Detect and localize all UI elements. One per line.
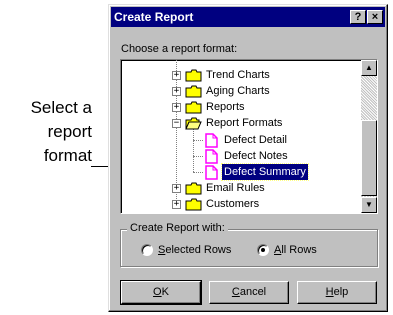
tree-item-customers[interactable]: + Customers [121, 196, 361, 212]
accelerator-key: O [153, 286, 162, 298]
callout-line: report [47, 122, 92, 141]
radio-label: elected Rows [165, 244, 232, 256]
expand-icon[interactable]: + [172, 71, 181, 80]
help-button[interactable]: Help [297, 281, 377, 304]
create-report-dialog: Create Report ? × Choose a report format… [108, 4, 388, 312]
expand-icon[interactable]: + [172, 87, 181, 96]
radio-label: ll Rows [281, 244, 317, 256]
ok-button[interactable]: OK [120, 280, 202, 305]
tree-item-label: Defect Detail [224, 134, 287, 146]
tree-item-label: Report Formats [206, 117, 283, 129]
report-format-tree[interactable]: + Trend Charts + Aging Charts + Reports … [120, 59, 378, 214]
radio-button-checked[interactable] [257, 244, 269, 256]
tree-item-label: Customers [206, 198, 260, 210]
button-label: elp [333, 286, 349, 298]
tree-item-report-formats[interactable]: − Report Formats [121, 115, 361, 131]
tree-item-label-selected: Defect Summary [221, 163, 309, 181]
cancel-button[interactable]: Cancel [209, 281, 289, 304]
button-label: ancel [239, 286, 267, 298]
accelerator-key: H [325, 286, 334, 298]
button-label: K [161, 286, 169, 298]
all-rows-radio[interactable]: All Rows [257, 243, 317, 257]
selected-rows-radio[interactable]: Selected Rows [141, 243, 231, 257]
scroll-down-button[interactable]: ▼ [361, 197, 377, 213]
group-label: Create Report with: [127, 222, 228, 234]
document-icon [205, 133, 218, 148]
folder-icon [185, 85, 202, 98]
tree-item-reports[interactable]: + Reports [121, 99, 361, 115]
folder-icon [185, 101, 202, 114]
document-icon [205, 149, 218, 164]
tree-item-label: Trend Charts [206, 69, 270, 81]
radio-dot-icon [261, 248, 265, 252]
document-icon [205, 165, 218, 180]
tree-item-label: Aging Charts [206, 85, 270, 97]
dialog-title: Create Report [114, 10, 194, 24]
scroll-thumb[interactable] [361, 120, 377, 196]
vertical-scrollbar[interactable]: ▲ ▼ [361, 60, 377, 213]
accelerator-key: C [231, 286, 240, 298]
collapse-icon[interactable]: − [172, 119, 181, 128]
callout-line: Select a [30, 98, 92, 117]
radio-button[interactable] [141, 244, 153, 256]
tree-item-trend-charts[interactable]: + Trend Charts [121, 67, 361, 83]
tree-item-label: Email Rules [206, 182, 265, 194]
tree-item-label: Reports [206, 101, 245, 113]
create-report-with-group: Create Report with: Selected Rows All Ro… [120, 222, 378, 267]
tree-item-label: Defect Notes [224, 150, 288, 162]
close-button[interactable]: × [367, 10, 383, 24]
folder-icon [185, 69, 202, 82]
prompt-label: Choose a report format: [121, 43, 238, 55]
title-bar: Create Report ? × [111, 7, 385, 27]
expand-icon[interactable]: + [172, 103, 181, 112]
folder-icon [185, 198, 202, 211]
expand-icon[interactable]: + [172, 184, 181, 193]
tree-item-defect-detail[interactable]: Defect Detail [121, 132, 361, 148]
tree-item-aging-charts[interactable]: + Aging Charts [121, 83, 361, 99]
callout-line: format [43, 146, 92, 165]
tree-item-email-rules[interactable]: + Email Rules [121, 180, 361, 196]
folder-icon [185, 182, 202, 195]
help-title-button[interactable]: ? [350, 10, 366, 24]
scroll-up-button[interactable]: ▲ [361, 60, 377, 76]
callout-text: Select a report format [0, 96, 92, 168]
tree-item-defect-notes[interactable]: Defect Notes [121, 148, 361, 164]
tree-item-defect-summary[interactable]: Defect Summary [121, 163, 361, 181]
expand-icon[interactable]: + [172, 200, 181, 209]
open-folder-icon [185, 117, 202, 130]
